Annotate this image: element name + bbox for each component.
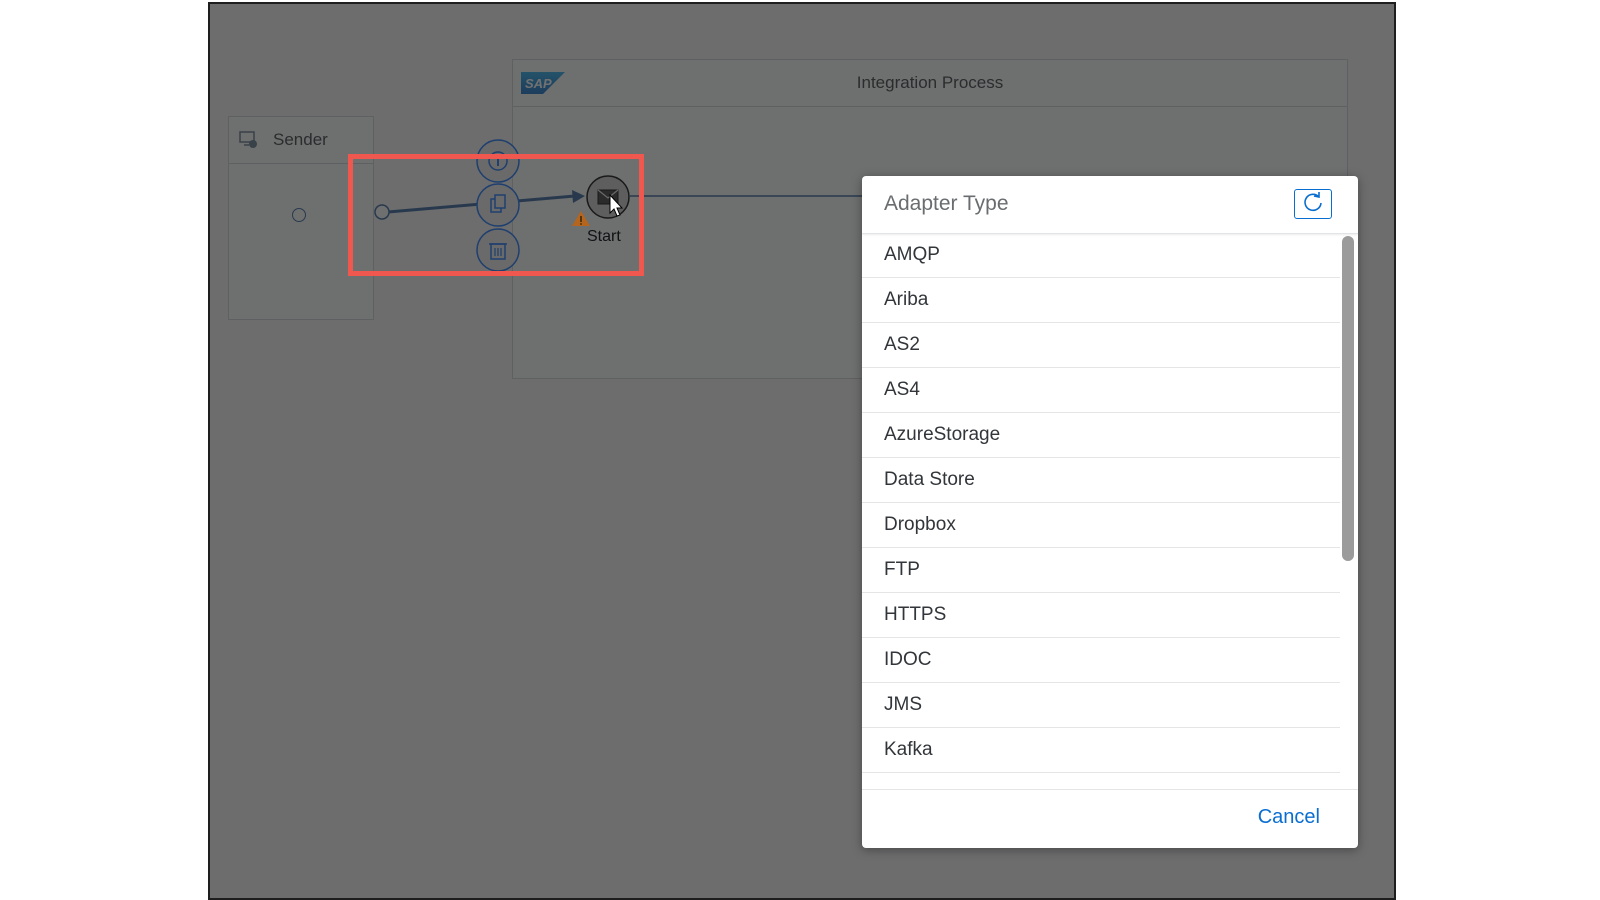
adapter-type-item[interactable]: FTP	[862, 548, 1340, 593]
adapter-type-item[interactable]: Kafka	[862, 728, 1340, 773]
adapter-type-label: FTP	[884, 559, 920, 580]
adapter-type-item[interactable]: Ariba	[862, 278, 1340, 323]
highlight-annotation-box	[348, 154, 644, 276]
list-scrollbar[interactable]	[1342, 236, 1354, 561]
adapter-type-label: AS2	[884, 334, 920, 355]
adapter-type-item[interactable]: AMQP	[862, 233, 1340, 278]
adapter-type-label: IDOC	[884, 649, 932, 670]
adapter-type-item[interactable]: AS4	[862, 368, 1340, 413]
adapter-type-label: Dropbox	[884, 514, 956, 535]
cancel-button[interactable]: Cancel	[1258, 806, 1320, 829]
adapter-type-label: Data Store	[884, 469, 975, 490]
adapter-type-item[interactable]: AS2	[862, 323, 1340, 368]
dialog-title: Adapter Type	[884, 192, 1009, 215]
adapter-type-item[interactable]: JMS	[862, 683, 1340, 728]
adapter-type-label: Ariba	[884, 289, 929, 310]
adapter-type-item[interactable]: IDOC	[862, 638, 1340, 683]
adapter-type-label: AMQP	[884, 244, 940, 265]
refresh-icon	[1302, 191, 1324, 218]
adapter-type-item[interactable]: Dropbox	[862, 503, 1340, 548]
integration-flow-canvas: Sender SAP Integration Process Start Ada…	[210, 4, 1394, 898]
adapter-type-dialog: Adapter Type AMQP Ariba AS2 AS4 AzureStorage…	[862, 176, 1358, 848]
adapter-type-list: AMQP Ariba AS2 AS4 AzureStorage Data Store Dro…	[862, 233, 1340, 790]
app-screen: Sender SAP Integration Process Start Ada…	[208, 2, 1396, 900]
refresh-button[interactable]	[1294, 189, 1332, 219]
dialog-header: Adapter Type	[862, 176, 1358, 234]
adapter-type-label: AzureStorage	[884, 424, 1001, 445]
adapter-type-label: Kafka	[884, 739, 933, 760]
adapter-type-item[interactable]: Data Store	[862, 458, 1340, 503]
adapter-type-label: JMS	[884, 694, 922, 715]
adapter-type-label: AS4	[884, 379, 920, 400]
adapter-type-item[interactable]: AzureStorage	[862, 413, 1340, 458]
adapter-type-item[interactable]: HTTPS	[862, 593, 1340, 638]
dialog-footer: Cancel	[862, 789, 1358, 848]
adapter-type-label: HTTPS	[884, 604, 947, 625]
